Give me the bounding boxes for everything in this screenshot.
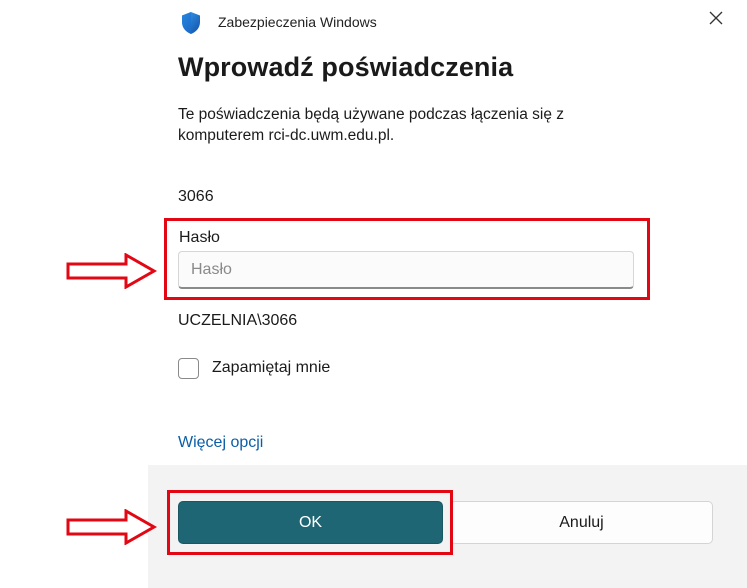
remember-me-checkbox[interactable] — [178, 358, 199, 379]
cancel-button[interactable]: Anuluj — [450, 501, 713, 544]
close-button[interactable] — [702, 4, 730, 32]
arrow-right-icon — [66, 252, 158, 294]
dialog-description: Te poświadczenia będą używane podczas łą… — [178, 106, 565, 144]
ok-button[interactable]: OK — [178, 501, 443, 544]
close-icon — [709, 11, 723, 25]
more-options-link[interactable]: Więcej opcji — [178, 434, 263, 452]
shield-icon — [178, 10, 204, 36]
arrow-right-icon — [66, 508, 158, 550]
password-input[interactable] — [178, 251, 634, 289]
password-label: Hasło — [179, 229, 220, 246]
dialog-title: Wprowadź poświadczenia — [178, 52, 514, 82]
app-title: Zabezpieczenia Windows — [218, 14, 377, 30]
remember-me-label[interactable]: Zapamiętaj mnie — [212, 359, 330, 377]
domain-username: UCZELNIA\3066 — [178, 312, 298, 329]
username-text: 3066 — [178, 188, 214, 205]
